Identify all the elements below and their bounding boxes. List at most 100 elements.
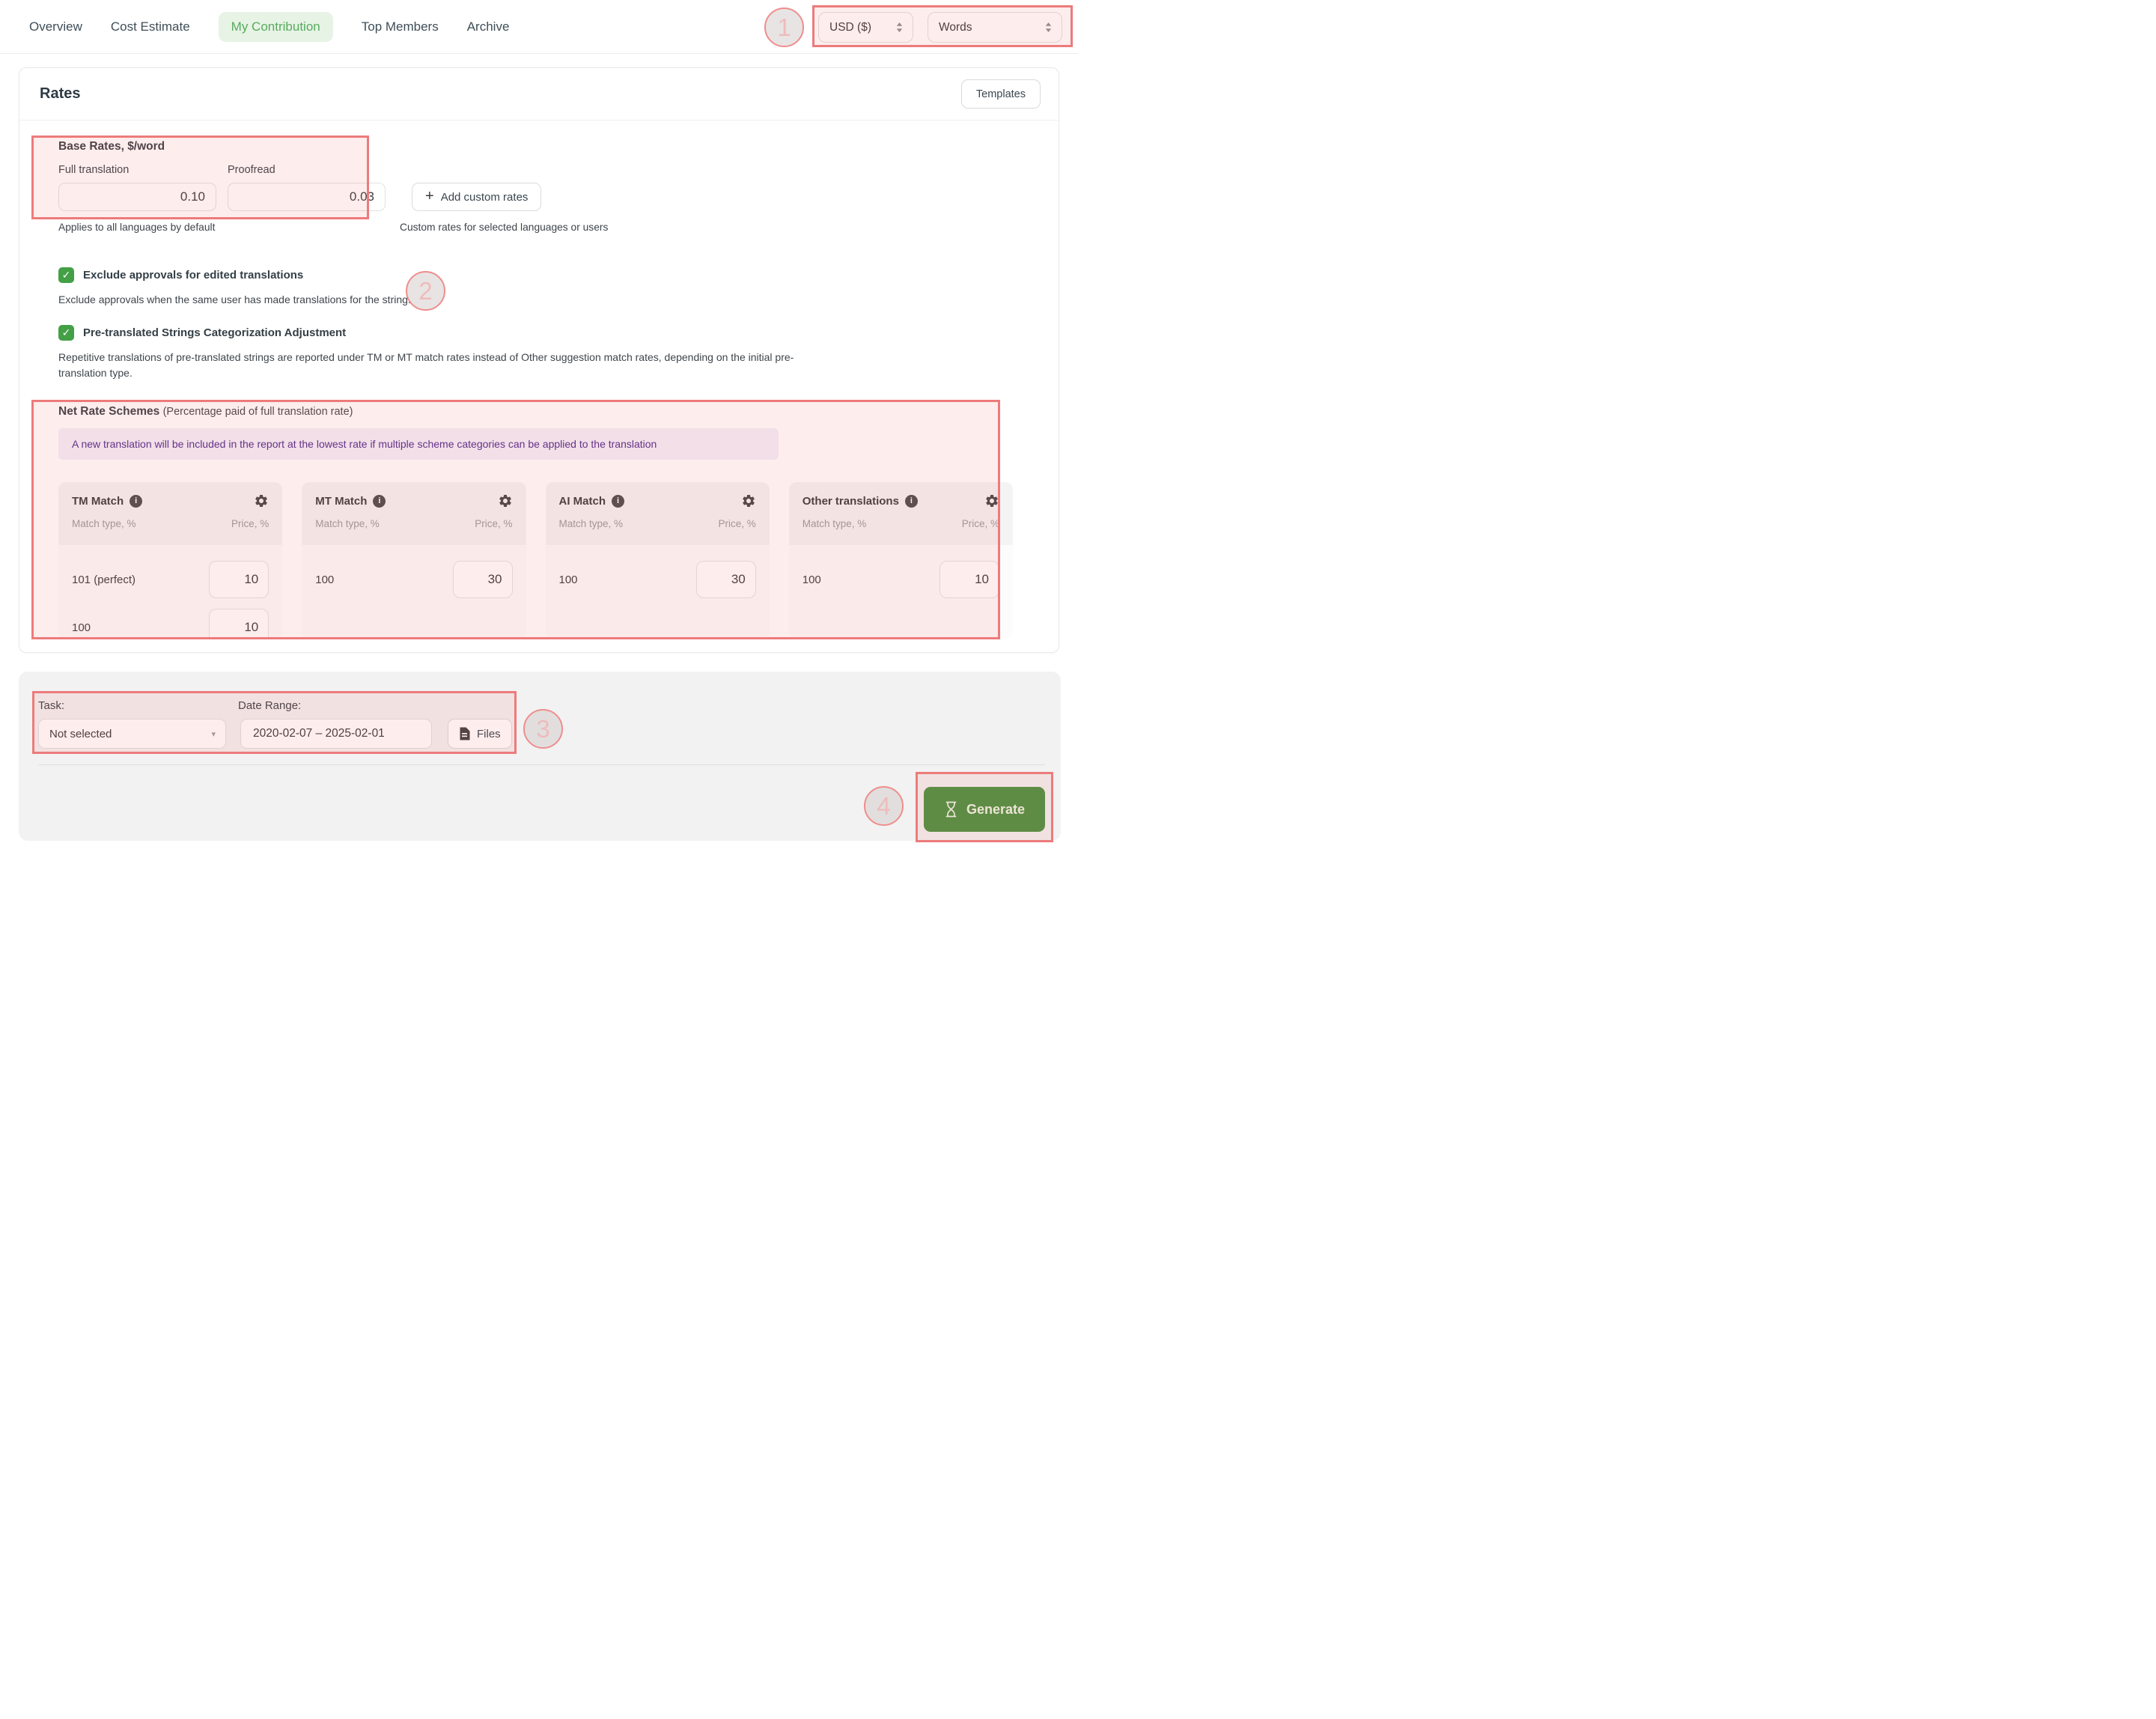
scheme-card-mt-match: MT Match i Match type, % Price, %	[302, 482, 526, 639]
report-tabs: Overview Cost Estimate My Contribution T…	[29, 12, 509, 42]
net-rate-schemes-section: Net Rate Schemes (Percentage paid of ful…	[58, 405, 1013, 639]
match-type-value: 100	[803, 573, 821, 586]
divider	[38, 764, 1045, 765]
price-input[interactable]	[209, 609, 269, 639]
info-icon[interactable]: i	[905, 495, 918, 508]
match-type-value: 100	[315, 573, 334, 586]
gear-icon[interactable]	[254, 493, 269, 508]
scheme-card-header: Other translations i Match type, % Price…	[789, 482, 1013, 545]
scheme-card-body: 100	[546, 545, 770, 598]
check-icon: ✓	[62, 326, 71, 339]
check-icon: ✓	[62, 269, 71, 282]
base-rates-notes: Applies to all languages by default Cust…	[58, 222, 608, 233]
updown-arrows-icon	[895, 22, 904, 33]
unit-select[interactable]: Words	[928, 12, 1062, 43]
info-icon[interactable]: i	[612, 495, 624, 508]
scheme-card-body: 101 (perfect) 100	[58, 545, 282, 639]
pretranslated-adjustment-option: ✓ Pre-translated Strings Categorization …	[58, 325, 814, 341]
top-navigation: Overview Cost Estimate My Contribution T…	[0, 0, 1078, 54]
net-rate-schemes-title: Net Rate Schemes	[58, 405, 159, 418]
rates-card: Rates Templates Base Rates, $/word Full …	[19, 67, 1059, 653]
pretranslated-adjustment-label: Pre-translated Strings Categorization Ad…	[83, 326, 346, 339]
generate-button-label: Generate	[966, 802, 1025, 818]
scheme-card-tm-match: TM Match i Match type, % Price, %	[58, 482, 282, 639]
price-column-label: Price, %	[718, 518, 755, 529]
full-translation-field: Full translation	[58, 164, 216, 211]
unit-select-value: Words	[939, 21, 972, 34]
caret-down-icon: ▾	[211, 729, 216, 739]
proofread-label: Proofread	[228, 164, 386, 176]
exclude-approvals-label: Exclude approvals for edited translation…	[83, 269, 303, 282]
gear-icon[interactable]	[741, 493, 756, 508]
rates-card-header: Rates Templates	[19, 68, 1059, 121]
task-select[interactable]: Not selected ▾	[38, 719, 226, 749]
date-range-input[interactable]: 2020-02-07 – 2025-02-01	[240, 719, 432, 749]
match-type-column-label: Match type, %	[803, 518, 867, 529]
files-button-label: Files	[477, 728, 501, 740]
rates-title: Rates	[40, 85, 80, 103]
add-custom-rates-label: Add custom rates	[441, 191, 529, 204]
full-translation-label: Full translation	[58, 164, 216, 176]
scheme-row: 100	[315, 561, 512, 598]
scheme-card-header: MT Match i Match type, % Price, %	[302, 482, 526, 545]
templates-button[interactable]: Templates	[961, 79, 1041, 109]
full-translation-input[interactable]	[58, 183, 216, 211]
base-rates-heading: Base Rates, $/word	[58, 140, 608, 153]
price-input[interactable]	[696, 561, 756, 598]
scheme-card-header: AI Match i Match type, % Price, %	[546, 482, 770, 545]
hourglass-icon	[944, 801, 958, 818]
scheme-row: 100	[803, 561, 999, 598]
price-column-label: Price, %	[475, 518, 512, 529]
add-custom-rates-button[interactable]: + Add custom rates	[412, 183, 541, 211]
net-rate-schemes-subtitle: (Percentage paid of full translation rat…	[163, 406, 353, 418]
date-range-label: Date Range:	[238, 699, 301, 712]
price-column-label: Price, %	[231, 518, 269, 529]
scheme-card-ai-match: AI Match i Match type, % Price, %	[546, 482, 770, 639]
generate-report-card: Task: Date Range: Not selected ▾ 2020-02…	[19, 672, 1061, 841]
file-icon	[459, 727, 470, 740]
generate-button[interactable]: Generate	[924, 787, 1045, 832]
custom-rates-note: Custom rates for selected languages or u…	[400, 222, 608, 233]
price-input[interactable]	[940, 561, 999, 598]
tab-my-contribution[interactable]: My Contribution	[219, 12, 333, 42]
exclude-approvals-option: ✓ Exclude approvals for edited translati…	[58, 267, 814, 283]
match-type-value: 100	[559, 573, 578, 586]
tab-overview[interactable]: Overview	[29, 19, 82, 34]
info-icon[interactable]: i	[373, 495, 386, 508]
tab-cost-estimate[interactable]: Cost Estimate	[111, 19, 190, 34]
currency-select[interactable]: USD ($)	[818, 12, 913, 43]
tab-top-members[interactable]: Top Members	[362, 19, 439, 34]
base-rates-default-note: Applies to all languages by default	[58, 222, 400, 233]
scheme-row: 100	[72, 609, 269, 639]
exclude-approvals-checkbox[interactable]: ✓	[58, 267, 74, 283]
scheme-row: 100	[559, 561, 756, 598]
task-label: Task:	[38, 699, 238, 712]
report-options-section: ✓ Exclude approvals for edited translati…	[58, 267, 814, 380]
pretranslated-adjustment-checkbox[interactable]: ✓	[58, 325, 74, 341]
gear-icon[interactable]	[498, 493, 513, 508]
generate-labels-row: Task: Date Range:	[38, 699, 1045, 712]
price-column-label: Price, %	[962, 518, 999, 529]
scheme-card-header: TM Match i Match type, % Price, %	[58, 482, 282, 545]
generate-button-row: Generate	[38, 787, 1045, 832]
report-generation-page: Overview Cost Estimate My Contribution T…	[0, 0, 1078, 860]
scheme-title: MT Match	[315, 495, 367, 508]
scheme-title: Other translations	[803, 495, 899, 508]
match-type-column-label: Match type, %	[559, 518, 624, 529]
price-input[interactable]	[453, 561, 513, 598]
proofread-field: Proofread	[228, 164, 386, 211]
scheme-row: 101 (perfect)	[72, 561, 269, 598]
price-input[interactable]	[209, 561, 269, 598]
proofread-input[interactable]	[228, 183, 386, 211]
files-button[interactable]: Files	[448, 719, 512, 749]
gear-icon[interactable]	[984, 493, 999, 508]
tab-archive[interactable]: Archive	[467, 19, 510, 34]
match-type-column-label: Match type, %	[315, 518, 380, 529]
base-rates-row: Full translation Proofread + Add custom …	[58, 164, 608, 211]
info-icon[interactable]: i	[130, 495, 142, 508]
task-select-value: Not selected	[49, 728, 112, 740]
pretranslated-adjustment-description: Repetitive translations of pre-translate…	[58, 350, 814, 380]
base-rates-section: Base Rates, $/word Full translation Proo…	[58, 140, 608, 233]
match-type-value: 101 (perfect)	[72, 573, 135, 586]
scheme-cards-row: TM Match i Match type, % Price, %	[58, 482, 1013, 639]
